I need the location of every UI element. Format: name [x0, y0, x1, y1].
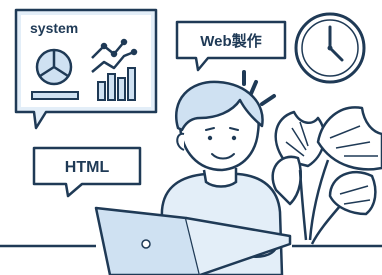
html-bubble: HTML [32, 146, 142, 198]
wall-clock-icon [294, 12, 366, 84]
html-label: HTML [65, 159, 110, 176]
system-dashboard-bubble: system [14, 8, 158, 130]
illustration-scene: system Web製作 HTML [0, 8, 382, 275]
web-production-label: Web製作 [200, 32, 261, 50]
web-production-bubble: Web製作 [175, 20, 287, 72]
monstera-plant [271, 106, 382, 245]
pie-chart-icon [35, 48, 73, 86]
system-label: system [30, 20, 78, 36]
laptop-logo-icon [141, 239, 151, 249]
